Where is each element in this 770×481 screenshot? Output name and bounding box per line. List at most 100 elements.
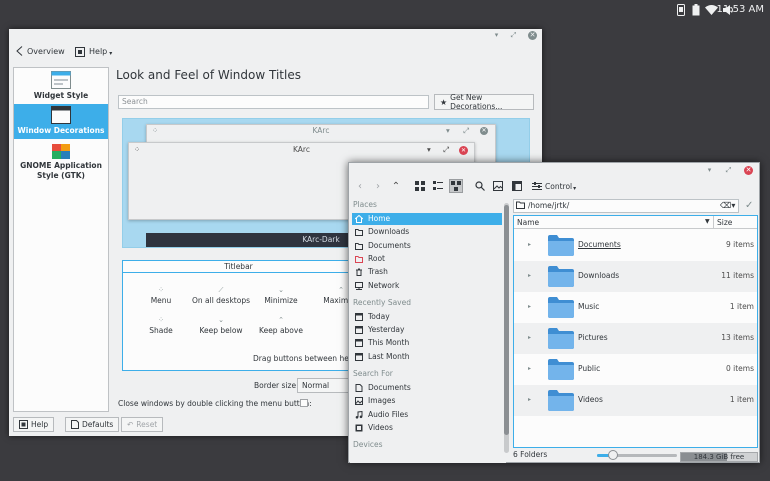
control-menu-button[interactable]: Control ▾ [532,181,576,192]
file-item-count: 11 items [721,271,754,280]
close-double-click-checkbox[interactable] [300,399,308,407]
defaults-button[interactable]: Defaults [65,417,120,432]
places-section-header: Devices [353,440,383,450]
sidebar-item-widget-style[interactable]: Widget Style [14,70,108,104]
column-size[interactable]: Size [717,218,732,227]
places-item-documents[interactable]: Documents [352,382,502,394]
expand-arrow-icon[interactable]: ▸ [528,241,531,248]
icons-view-icon[interactable] [413,179,427,193]
settings-titlebar[interactable]: ▾ ⤢ ✕ [9,29,542,41]
document-icon [71,420,79,429]
keep-above-icon: ⌃ [278,316,284,324]
root-folder-icon [355,255,363,263]
help-menu-button[interactable]: Help ▾ [75,46,112,57]
location-input[interactable]: /home/jrtk/ [513,199,739,213]
border-size-label: Border size: [254,381,299,390]
table-row[interactable]: ▸ Public 0 items [514,354,757,385]
panel-icon[interactable] [510,179,524,193]
dropdown-arrow-icon: ▾ [573,185,577,192]
places-item-root[interactable]: Root [352,253,502,265]
document-icon [355,384,363,392]
places-item-videos[interactable]: Videos [352,422,502,434]
places-item-yesterday[interactable]: Yesterday [352,324,502,336]
button-option-keep-above[interactable]: ⌃ Keep above [246,316,316,335]
maximize-button[interactable]: ⤢ [724,166,733,175]
free-space-bar: 184.3 GiB free [680,452,758,462]
close-button[interactable]: ✕ [528,31,537,40]
calendar-icon [355,326,363,335]
back-icon[interactable]: ‹ [353,179,367,193]
close-button[interactable]: ✕ [744,166,753,175]
downloads-icon [355,228,363,237]
tree-view-icon[interactable] [449,179,463,193]
places-item-home[interactable]: Home [352,213,502,225]
file-item-count: 13 items [721,333,754,342]
minimize-button[interactable]: ▾ [492,31,501,40]
preview-image-icon[interactable] [491,179,505,193]
places-item-label: Today [368,311,390,321]
places-item-label: Last Month [368,351,410,361]
table-row[interactable]: ▸ Downloads 11 items [514,261,757,292]
dialog-titlebar[interactable]: ▾ ⤢ ✕ [349,163,759,177]
places-panel: Places Home Downloads Documents Root Trash Net… [350,198,506,463]
forward-icon[interactable]: › [371,179,385,193]
places-item-network[interactable]: Network [352,280,502,292]
table-row[interactable]: ▸ Documents 9 items [514,230,757,261]
compact-view-icon[interactable] [431,179,445,193]
help-label: Help [89,47,108,56]
zoom-slider-handle[interactable] [608,450,618,460]
file-item-count: 1 item [729,395,754,404]
sidebar-item-window-decorations[interactable]: Window Decorations [14,104,108,139]
places-scrollbar-thumb[interactable] [504,205,509,435]
expand-arrow-icon[interactable]: ▸ [528,272,531,279]
table-row[interactable]: ▸ Pictures 13 items [514,323,757,354]
places-item-label: Videos [368,422,393,432]
get-new-decorations-button[interactable]: ★ Get New Decorations... [434,93,534,111]
reset-button-label: Reset [136,420,158,429]
button-option-label: Keep above [259,326,303,335]
places-item-today[interactable]: Today [352,311,502,323]
sidebar-item-label: GNOME Application Style (GTK) [20,161,102,180]
table-row[interactable]: ▸ Music 1 item [514,292,757,323]
parent-folder-icon[interactable]: ⌃ [389,179,403,193]
expand-arrow-icon[interactable]: ▸ [528,365,531,372]
places-item-this-month[interactable]: This Month [352,337,502,349]
places-item-audio-files[interactable]: Audio Files [352,409,502,421]
network-icon [355,281,363,290]
places-item-last-month[interactable]: Last Month [352,351,502,363]
places-item-label: Images [368,396,396,406]
places-item-label: Documents [368,383,411,392]
table-row[interactable]: ▸ Videos 1 item [514,385,757,416]
column-name[interactable]: Name [517,218,539,227]
places-item-documents[interactable]: Documents [352,240,502,252]
help-button[interactable]: Help [13,417,55,432]
expand-arrow-icon[interactable]: ▸ [528,396,531,403]
expand-arrow-icon[interactable]: ▸ [528,303,531,310]
file-item-count: 9 items [725,240,754,249]
search-input[interactable]: Search [118,95,429,109]
search-icon[interactable] [473,179,487,193]
places-item-label: Audio Files [368,409,409,419]
places-item-images[interactable]: Images [352,395,502,407]
border-size-select[interactable]: Normal [297,378,355,393]
phone-icon[interactable] [676,3,686,17]
sidebar-item-gtk[interactable]: GNOME Application Style (GTK) [14,144,108,184]
file-name: Documents [578,240,621,249]
confirm-location-icon[interactable]: ✓ [745,200,753,211]
help-book-icon [19,420,28,429]
minimize-icon: ▾ [446,126,450,135]
maximize-button[interactable]: ⤢ [509,31,518,40]
places-item-label: Yesterday [368,325,405,335]
clear-location-icon[interactable]: ⌫▾ [720,201,735,210]
expand-arrow-icon[interactable]: ▸ [528,334,531,341]
places-item-trash[interactable]: Trash [352,266,502,278]
file-item-count: 1 item [729,302,754,311]
places-item-downloads[interactable]: Downloads [352,226,502,238]
file-list[interactable]: Name ▼ Size ▸ Documents 9 items ▸ Downloads 1… [513,215,758,448]
overview-button[interactable]: Overview [16,46,65,56]
preview-window-title: KArc-Dark [302,235,340,244]
clock[interactable]: 11:53 AM [717,3,764,17]
reset-button[interactable]: ↶ Reset [121,417,164,432]
battery-icon[interactable] [690,3,702,17]
minimize-button[interactable]: ▾ [705,166,714,175]
